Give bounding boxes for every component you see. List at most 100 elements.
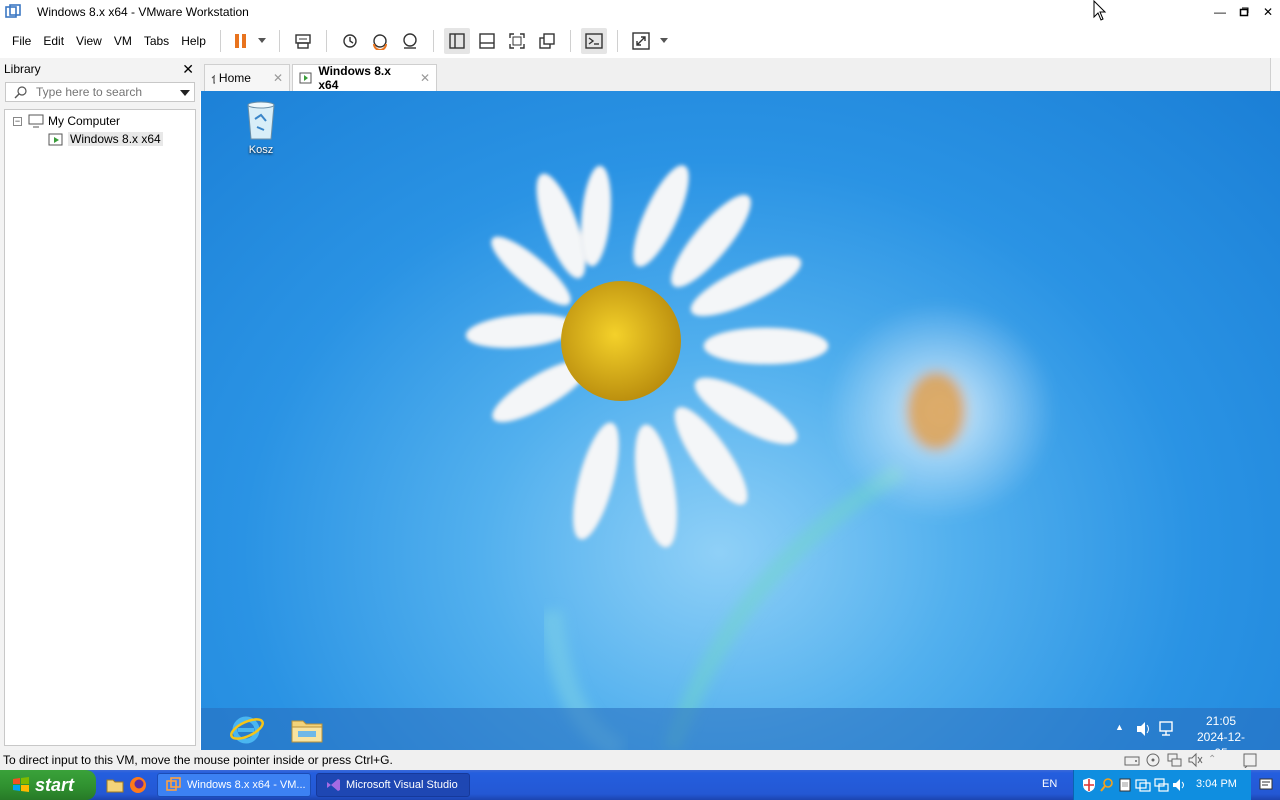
vm-icon [299, 72, 312, 84]
vm-display[interactable]: Kosz ▲ 21:05 2024-12-05 [201, 91, 1280, 750]
stretch-dropdown-button[interactable] [658, 28, 670, 54]
internet-explorer-icon [230, 716, 264, 744]
show-library-button[interactable] [443, 28, 470, 54]
message-log-icon[interactable] [1242, 752, 1258, 768]
search-tray-icon[interactable] [1099, 777, 1115, 793]
menu-edit[interactable]: Edit [37, 30, 70, 52]
close-library-button[interactable]: ✕ [182, 61, 194, 78]
revert-snapshot-button[interactable] [367, 28, 393, 54]
host-taskbar: start Windows 8.x x64 - VM... Microsoft … [0, 770, 1280, 800]
host-clock[interactable]: 3:04 PM [1196, 778, 1237, 790]
toolbar-separator [432, 30, 434, 52]
stretch-guest-button[interactable] [628, 28, 654, 54]
tree-label: Windows 8.x x64 [68, 132, 163, 146]
security-shield-icon[interactable] [1081, 777, 1097, 793]
display-tray-icon[interactable] [1135, 777, 1151, 793]
show-hidden-icons-icon[interactable]: ▲ [1115, 722, 1124, 732]
library-view-icon [449, 33, 465, 49]
notification-icon[interactable] [1258, 777, 1274, 793]
recycle-bin-shortcut[interactable]: Kosz [237, 97, 285, 156]
tab-label: Windows 8.x x64 [318, 64, 391, 92]
device-status-icons: ⌃ [1124, 752, 1216, 768]
firefox-icon[interactable] [129, 776, 147, 794]
menu-toolbar: File Edit View VM Tabs Help [0, 24, 1280, 58]
tab-vm[interactable]: Windows 8.x x64 ✕ [292, 64, 437, 92]
volume-icon[interactable] [1135, 721, 1153, 737]
console-view-button[interactable] [580, 28, 607, 54]
menu-vm[interactable]: VM [108, 30, 138, 52]
taskbar-item-label: Microsoft Visual Studio [346, 779, 458, 791]
library-header: Library ✕ [0, 58, 200, 80]
taskbar-item-vmware[interactable]: Windows 8.x x64 - VM... [157, 773, 311, 797]
printer-tray-icon[interactable] [1117, 777, 1133, 793]
tab-strip: Home ✕ Windows 8.x x64 ✕ [200, 58, 1280, 92]
start-button[interactable]: start [0, 770, 96, 800]
collapse-toggle[interactable]: − [13, 116, 22, 126]
recycle-bin-icon [247, 101, 275, 140]
terminal-icon [585, 33, 603, 49]
file-explorer-icon [291, 720, 323, 743]
pause-button[interactable] [231, 28, 251, 54]
tree-label: My Computer [48, 114, 121, 128]
menu-tabs[interactable]: Tabs [138, 30, 175, 52]
stretch-icon [632, 32, 650, 50]
more-devices-icon[interactable]: ⌃ [1208, 752, 1216, 768]
full-screen-button[interactable] [504, 28, 530, 54]
tray-icons [1081, 777, 1187, 793]
full-screen-icon [509, 33, 525, 49]
menu-file[interactable]: File [6, 30, 37, 52]
revert-snapshot-icon [372, 34, 387, 50]
folder-quicklaunch-icon[interactable] [106, 776, 124, 794]
chevron-down-icon [257, 38, 266, 43]
snapshot-manager-icon [403, 33, 417, 49]
daisy-wallpaper [465, 165, 1056, 750]
volume-tray-icon[interactable] [1171, 777, 1187, 793]
keyboard-icon [295, 34, 311, 49]
vmware-app-icon [166, 777, 181, 791]
cd-dvd-icon[interactable] [1145, 752, 1161, 768]
sound-card-icon[interactable] [1187, 752, 1203, 768]
library-panel: Library ✕ − My Computer Windows 8.x x64 [0, 58, 200, 750]
network-adapter-icon[interactable] [1166, 752, 1182, 768]
snapshot-manager-button[interactable] [397, 28, 423, 54]
close-window-button[interactable]: ✕ [1255, 0, 1280, 24]
library-search-input[interactable] [36, 85, 176, 99]
tab-home[interactable]: Home ✕ [204, 64, 290, 91]
home-icon [211, 74, 215, 84]
tree-item-my-computer[interactable]: − My Computer [13, 112, 120, 130]
ie-taskbar-button[interactable] [229, 712, 265, 749]
taskbar-item-label: Windows 8.x x64 - VM... [187, 779, 306, 791]
menu-view[interactable]: View [70, 30, 108, 52]
language-indicator[interactable]: EN [1042, 778, 1057, 790]
explorer-taskbar-button[interactable] [289, 713, 325, 748]
power-dropdown-button[interactable] [255, 28, 269, 54]
close-tab-icon[interactable]: ✕ [273, 71, 283, 85]
send-ctrl-alt-del-button[interactable] [290, 28, 316, 54]
taskbar-item-visual-studio[interactable]: Microsoft Visual Studio [316, 773, 470, 797]
visual-studio-icon [327, 779, 340, 791]
tree-item-vm[interactable]: Windows 8.x x64 [48, 130, 163, 148]
restore-icon [1239, 7, 1249, 17]
hard-disk-icon[interactable] [1124, 752, 1140, 768]
tab-scrollbar[interactable] [1270, 58, 1280, 91]
menu-help[interactable]: Help [175, 30, 212, 52]
minimize-button[interactable]: — [1207, 0, 1233, 24]
title-bar: Windows 8.x x64 - VMware Workstation [0, 0, 1280, 24]
windows-logo-icon [13, 777, 29, 792]
toolbar-separator [219, 30, 221, 52]
library-search-box[interactable] [5, 82, 195, 102]
status-message: To direct input to this VM, move the mou… [3, 753, 393, 767]
library-tree: − My Computer Windows 8.x x64 [4, 109, 196, 746]
computer-icon [28, 114, 44, 128]
toolbar-separator [616, 30, 618, 52]
chevron-down-icon[interactable] [180, 90, 190, 96]
take-snapshot-button[interactable] [337, 28, 363, 54]
unity-button[interactable] [534, 28, 560, 54]
close-tab-icon[interactable]: ✕ [420, 71, 430, 85]
network-icon[interactable] [1159, 721, 1177, 737]
maximize-button[interactable] [1231, 0, 1257, 24]
network-tray-icon[interactable] [1153, 777, 1169, 793]
snapshot-icon [343, 34, 357, 48]
vm-clock[interactable]: 21:05 2024-12-05 [1191, 713, 1251, 750]
show-thumbnail-bar-button[interactable] [474, 28, 500, 54]
